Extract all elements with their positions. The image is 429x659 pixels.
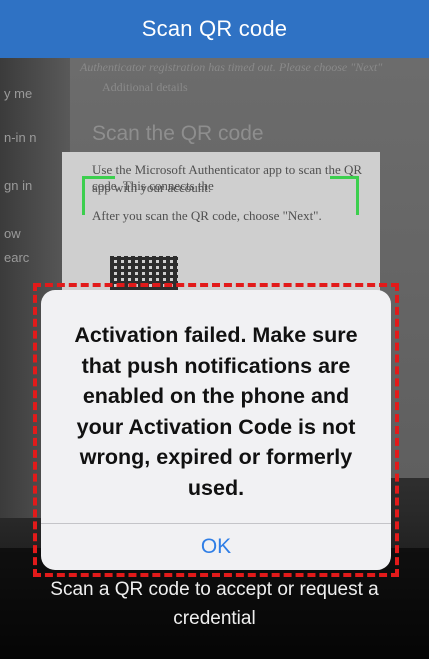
background-fragment: n-in n <box>4 130 37 145</box>
scan-corner-top-right <box>330 176 359 215</box>
background-fragment: gn in <box>4 178 33 193</box>
highlight-frame <box>33 283 399 577</box>
scan-instruction: Scan a QR code to accept or request a cr… <box>50 579 379 629</box>
background-fragment: earc <box>4 250 30 265</box>
header-bar: Scan QR code <box>0 0 429 58</box>
background-fragment: y me <box>4 86 33 101</box>
background-heading: Scan the QR code <box>92 122 264 145</box>
scan-corner-top-left <box>82 176 115 215</box>
page-title: Scan QR code <box>141 16 288 41</box>
background-top-line: Authenticator registration has timed out… <box>80 60 383 74</box>
background-fragment: ow <box>4 226 21 241</box>
background-instruction: After you scan the QR code, choose "Next… <box>92 208 322 223</box>
background-link: Additional details <box>102 80 188 94</box>
